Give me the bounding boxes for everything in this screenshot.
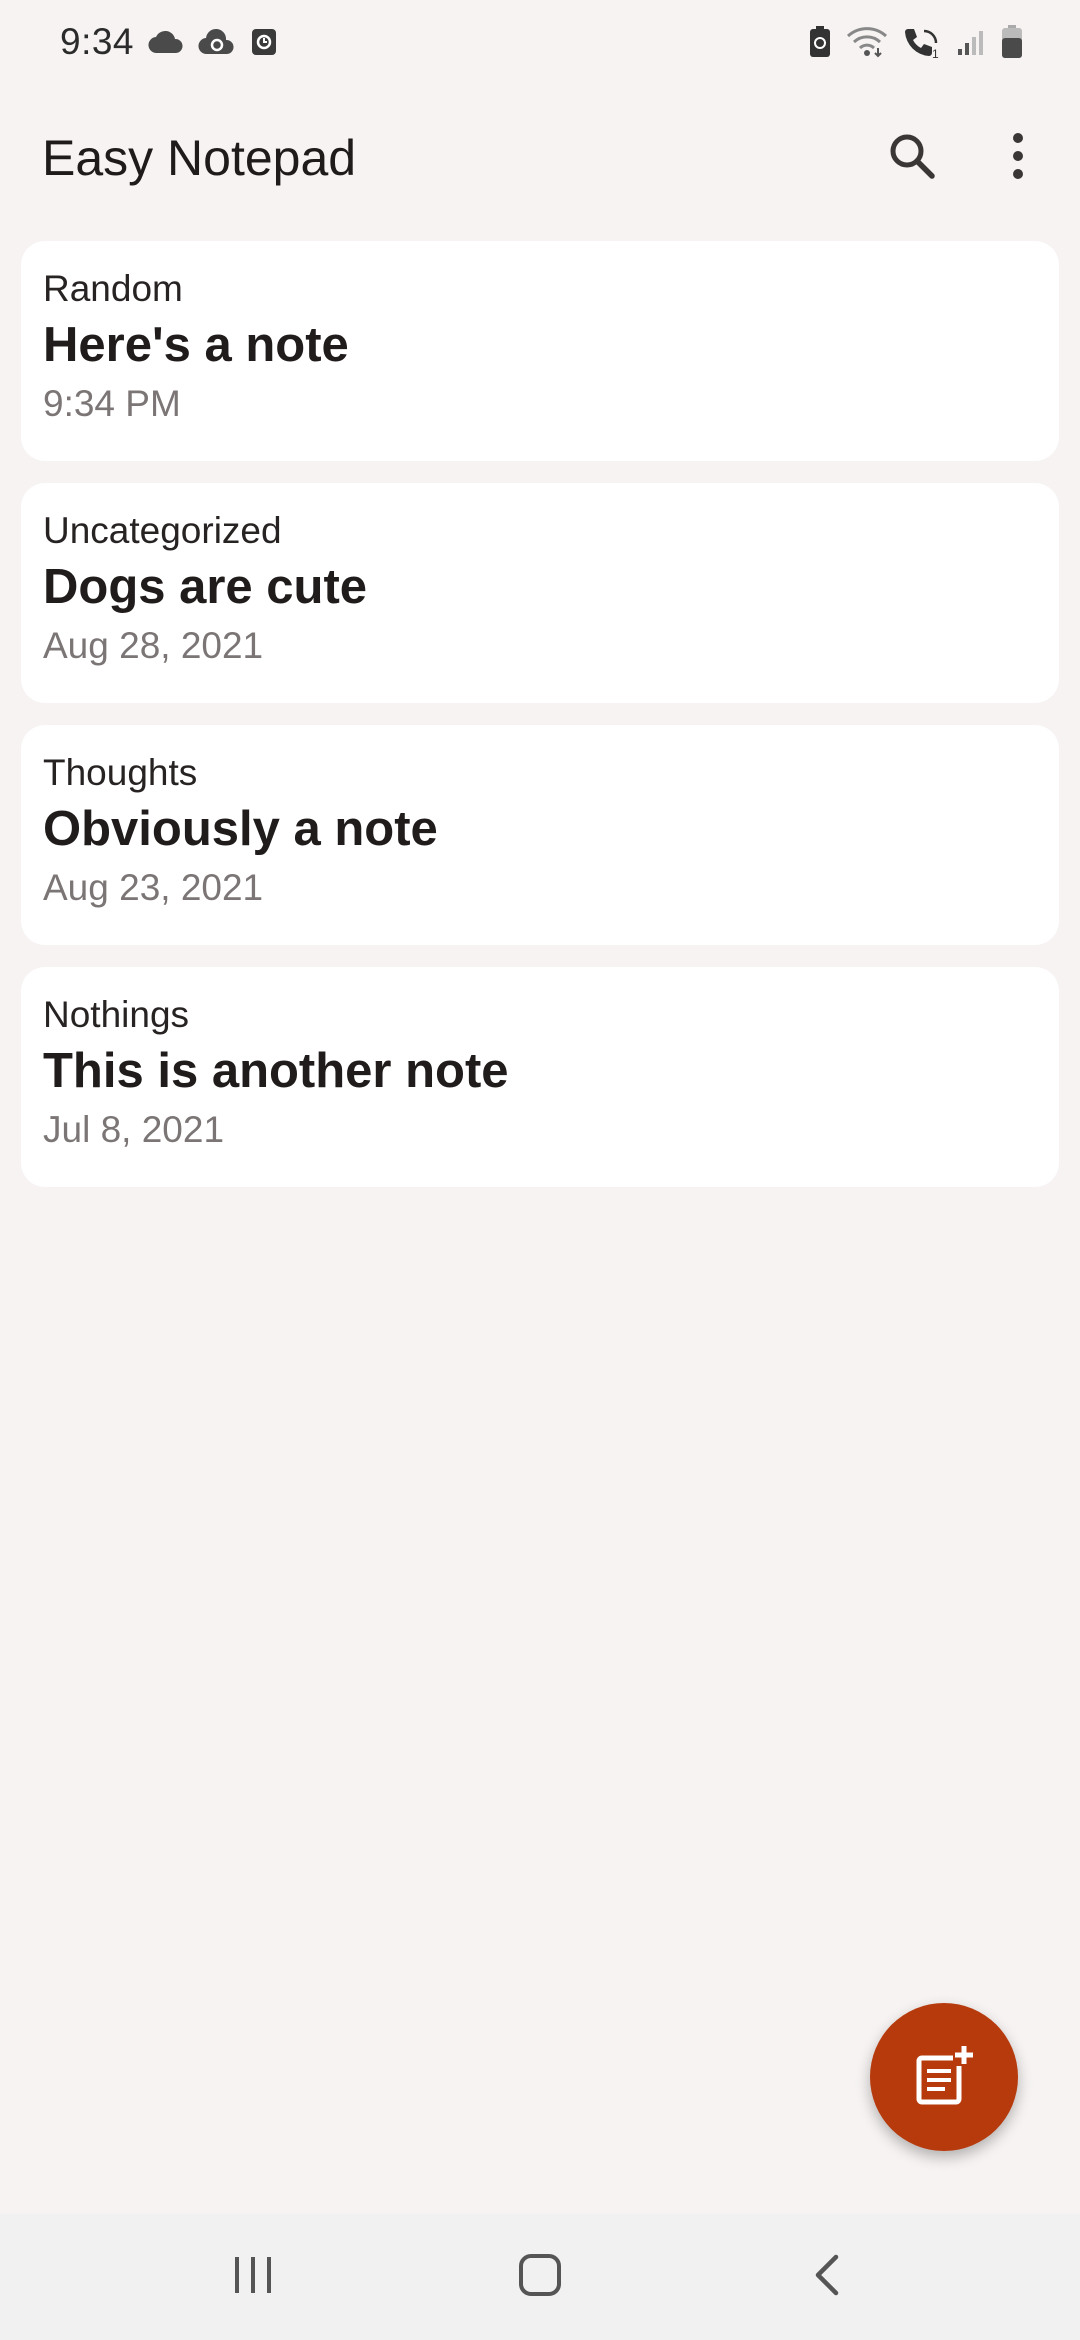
note-card[interactable]: Uncategorized Dogs are cute Aug 28, 2021 — [21, 483, 1059, 703]
home-button[interactable] — [480, 2227, 600, 2327]
status-right: 1 — [808, 24, 1024, 60]
more-options-button[interactable] — [970, 110, 1066, 206]
navigation-bar — [0, 2214, 1080, 2340]
note-category: Nothings — [43, 994, 190, 1035]
sync-cloud-icon — [198, 28, 236, 56]
more-vert-icon — [1010, 132, 1026, 185]
note-category: Uncategorized — [43, 510, 282, 551]
svg-text:1: 1 — [932, 47, 939, 59]
clock-app-icon — [250, 27, 278, 57]
new-note-icon — [911, 2042, 977, 2113]
note-category: Thoughts — [43, 752, 198, 793]
note-card[interactable]: Random Here's a note 9:34 PM — [21, 241, 1059, 461]
status-left: 9:34 — [60, 21, 278, 63]
wifi-calling-icon: 1 — [902, 25, 942, 59]
note-list: Random Here's a note 9:34 PM Uncategoriz… — [21, 241, 1059, 1187]
app-title: Easy Notepad — [42, 130, 357, 186]
note-category: Random — [43, 268, 183, 309]
note-date: Aug 28, 2021 — [43, 625, 264, 666]
search-button[interactable] — [864, 110, 960, 206]
note-title: This is another note — [43, 1044, 509, 1098]
cloud-icon — [148, 29, 184, 55]
note-title: Obviously a note — [43, 802, 438, 856]
note-date: 9:34 PM — [43, 383, 181, 424]
battery-saver-icon — [808, 25, 832, 59]
search-icon — [886, 130, 938, 187]
wifi-icon — [846, 26, 888, 58]
back-button[interactable] — [767, 2227, 887, 2327]
recents-button[interactable] — [193, 2227, 313, 2327]
note-date: Aug 23, 2021 — [43, 867, 264, 908]
add-note-button[interactable] — [870, 2003, 1018, 2151]
status-time: 9:34 — [60, 21, 135, 62]
home-icon — [518, 2253, 562, 2302]
recents-icon — [231, 2255, 275, 2300]
note-card[interactable]: Thoughts Obviously a note Aug 23, 2021 — [21, 725, 1059, 945]
back-icon — [812, 2253, 842, 2302]
note-date: Jul 8, 2021 — [43, 1109, 225, 1150]
signal-icon — [956, 27, 986, 57]
note-card[interactable]: Nothings This is another note Jul 8, 202… — [21, 967, 1059, 1187]
status-bar: 9:34 1 — [0, 0, 1080, 84]
note-title: Here's a note — [43, 318, 349, 372]
app-bar: Easy Notepad — [0, 100, 1080, 216]
note-title: Dogs are cute — [43, 560, 368, 614]
battery-icon — [1000, 24, 1024, 60]
screen: 9:34 1 Easy Notepad Random Here's a note… — [0, 0, 1080, 2340]
